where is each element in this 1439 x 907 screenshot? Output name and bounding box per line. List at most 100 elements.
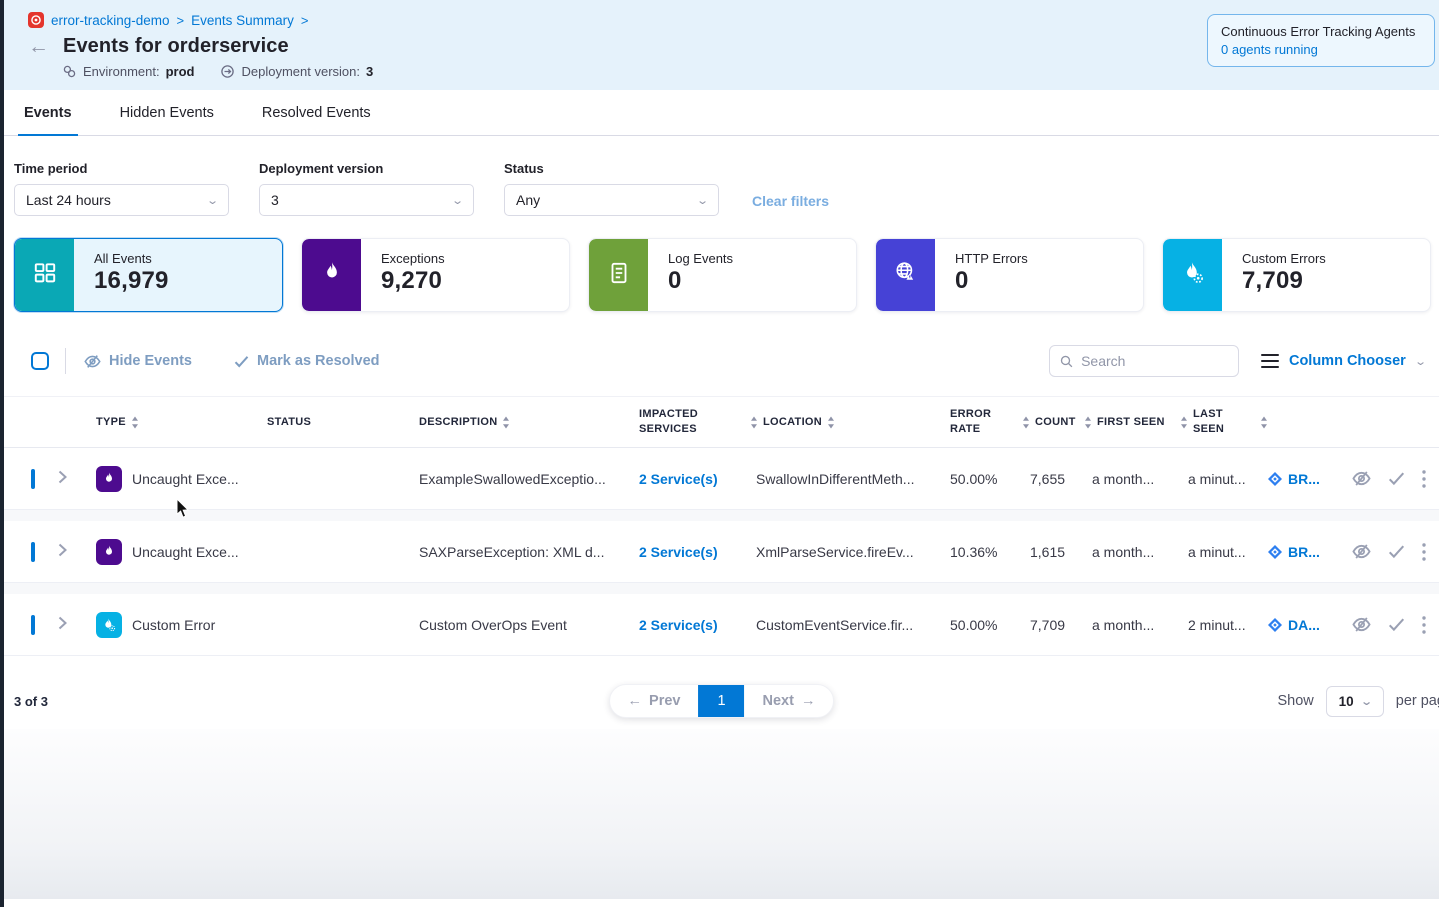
cell-error-rate: 50.00%: [940, 471, 1022, 487]
hamburger-icon: [1261, 354, 1279, 369]
sort-icon[interactable]: [502, 416, 510, 429]
sort-icon[interactable]: [827, 416, 835, 429]
cell-count: 7,655: [1022, 471, 1084, 487]
jira-ticket-icon: [1268, 618, 1282, 632]
column-header-last-seen[interactable]: LAST SEEN: [1180, 407, 1268, 437]
column-chooser-button[interactable]: Column Chooser ⌄: [1261, 353, 1425, 369]
prev-page-button[interactable]: ←Prev: [610, 685, 699, 717]
flame-gear-icon: [1180, 260, 1206, 291]
cell-last-seen: 2 minut...: [1180, 617, 1268, 633]
collapsed-nav-strip: [0, 0, 4, 907]
column-header-impacted-services: IMPACTED SERVICES: [635, 407, 750, 437]
cell-error-rate: 50.00%: [940, 617, 1022, 633]
expand-row-icon[interactable]: [58, 616, 88, 633]
table-row[interactable]: Custom Error Custom OverOps Event 2 Serv…: [4, 594, 1439, 656]
status-label: Status: [504, 161, 719, 176]
hide-event-icon[interactable]: [1352, 469, 1371, 488]
resolve-event-icon[interactable]: [1388, 471, 1405, 486]
resolve-event-icon[interactable]: [1388, 544, 1405, 559]
agents-running-link[interactable]: 0 agents running: [1221, 42, 1421, 57]
events-table-body: Uncaught Exce... ExampleSwallowedExcepti…: [4, 448, 1439, 656]
hide-events-button[interactable]: Hide Events: [84, 353, 192, 370]
expand-row-icon[interactable]: [58, 470, 88, 487]
card-http-errors[interactable]: HTTP Errors 0: [875, 238, 1144, 312]
page-size-select[interactable]: 10⌄: [1326, 686, 1384, 717]
row-menu-icon[interactable]: [1422, 543, 1426, 561]
chevron-down-icon: ⌄: [451, 194, 464, 207]
table-row[interactable]: Uncaught Exce... SAXParseException: XML …: [4, 521, 1439, 583]
sort-icon[interactable]: [131, 416, 139, 429]
column-header-first-seen[interactable]: FIRST SEEN: [1084, 415, 1180, 430]
row-checkbox[interactable]: [31, 615, 35, 635]
select-all-checkbox[interactable]: [31, 352, 49, 370]
hide-event-icon[interactable]: [1352, 542, 1371, 561]
table-row[interactable]: Uncaught Exce... ExampleSwallowedExcepti…: [4, 448, 1439, 510]
card-value: 7,709: [1242, 267, 1326, 295]
breadcrumb-project-link[interactable]: error-tracking-demo: [51, 13, 170, 28]
time-period-select[interactable]: Last 24 hours⌄: [14, 184, 229, 216]
chevron-down-icon: ⌄: [206, 194, 219, 207]
column-header-type[interactable]: TYPE: [88, 415, 263, 430]
page-header: error-tracking-demo > Events Summary > ←…: [4, 0, 1439, 90]
bottom-fade: [4, 729, 1439, 899]
flame-gear-icon: [96, 612, 122, 638]
deployment-version-label: Deployment version: [259, 161, 474, 176]
sort-icon[interactable]: [1022, 416, 1030, 429]
column-header-location[interactable]: LOCATION: [750, 415, 940, 430]
toolbar-divider: [65, 348, 66, 374]
current-page-button[interactable]: 1: [699, 685, 745, 717]
card-log-events[interactable]: Log Events 0: [588, 238, 857, 312]
resolve-event-icon[interactable]: [1388, 617, 1405, 632]
status-select[interactable]: Any⌄: [504, 184, 719, 216]
deployment-value: 3: [366, 64, 373, 79]
sort-icon[interactable]: [1084, 416, 1092, 429]
impacted-services-link[interactable]: 2 Service(s): [639, 617, 718, 633]
mark-resolved-button[interactable]: Mark as Resolved: [234, 353, 380, 369]
expand-row-icon[interactable]: [58, 543, 88, 560]
page-title: Events for orderservice: [63, 35, 289, 58]
search-box: [1049, 345, 1239, 377]
card-all-events[interactable]: All Events 16,979: [14, 238, 283, 312]
hide-event-icon[interactable]: [1352, 615, 1371, 634]
cell-first-seen: a month...: [1084, 617, 1180, 633]
card-label: Exceptions: [381, 251, 445, 266]
ticket-link[interactable]: BR...: [1268, 471, 1346, 487]
breadcrumb-separator: >: [301, 13, 309, 28]
sort-icon[interactable]: [1180, 416, 1188, 429]
deployment-meta: Deployment version: 3: [220, 64, 373, 79]
card-custom-errors[interactable]: Custom Errors 7,709: [1162, 238, 1431, 312]
sort-icon[interactable]: [1260, 416, 1268, 429]
breadcrumb-section-link[interactable]: Events Summary: [191, 13, 294, 28]
card-label: Custom Errors: [1242, 251, 1326, 266]
next-page-button[interactable]: Next→: [745, 685, 834, 717]
tab-events[interactable]: Events: [22, 90, 74, 135]
ticket-link[interactable]: BR...: [1268, 544, 1346, 560]
per-page-label: per page: [1396, 693, 1439, 709]
sort-icon[interactable]: [750, 416, 758, 429]
error-tracking-logo-icon: [28, 12, 44, 28]
arrow-left-icon: ←: [628, 693, 643, 709]
row-checkbox[interactable]: [31, 542, 35, 562]
tabs-bar: Events Hidden Events Resolved Events: [4, 90, 1439, 136]
impacted-services-link[interactable]: 2 Service(s): [639, 471, 718, 487]
deployment-version-select[interactable]: 3⌄: [259, 184, 474, 216]
column-header-error-rate: ERROR RATE: [940, 407, 1022, 437]
agents-callout-title: Continuous Error Tracking Agents: [1221, 24, 1421, 39]
arrow-right-icon: →: [801, 693, 816, 709]
row-menu-icon[interactable]: [1422, 616, 1426, 634]
cell-last-seen: a minut...: [1180, 471, 1268, 487]
column-header-count[interactable]: COUNT: [1022, 415, 1084, 430]
row-checkbox[interactable]: [31, 469, 35, 489]
impacted-services-link[interactable]: 2 Service(s): [639, 544, 718, 560]
jira-ticket-icon: [1268, 545, 1282, 559]
search-input[interactable]: [1081, 353, 1228, 369]
tab-hidden-events[interactable]: Hidden Events: [118, 90, 216, 135]
tab-resolved-events[interactable]: Resolved Events: [260, 90, 373, 135]
clear-filters-button[interactable]: Clear filters: [752, 193, 829, 209]
table-header-row: TYPESTATUSDESCRIPTIONIMPACTED SERVICESLO…: [4, 396, 1439, 448]
ticket-link[interactable]: DA...: [1268, 617, 1346, 633]
column-header-description[interactable]: DESCRIPTION: [415, 415, 635, 430]
card-exceptions[interactable]: Exceptions 9,270: [301, 238, 570, 312]
row-menu-icon[interactable]: [1422, 470, 1426, 488]
back-arrow-icon[interactable]: ←: [28, 36, 49, 57]
